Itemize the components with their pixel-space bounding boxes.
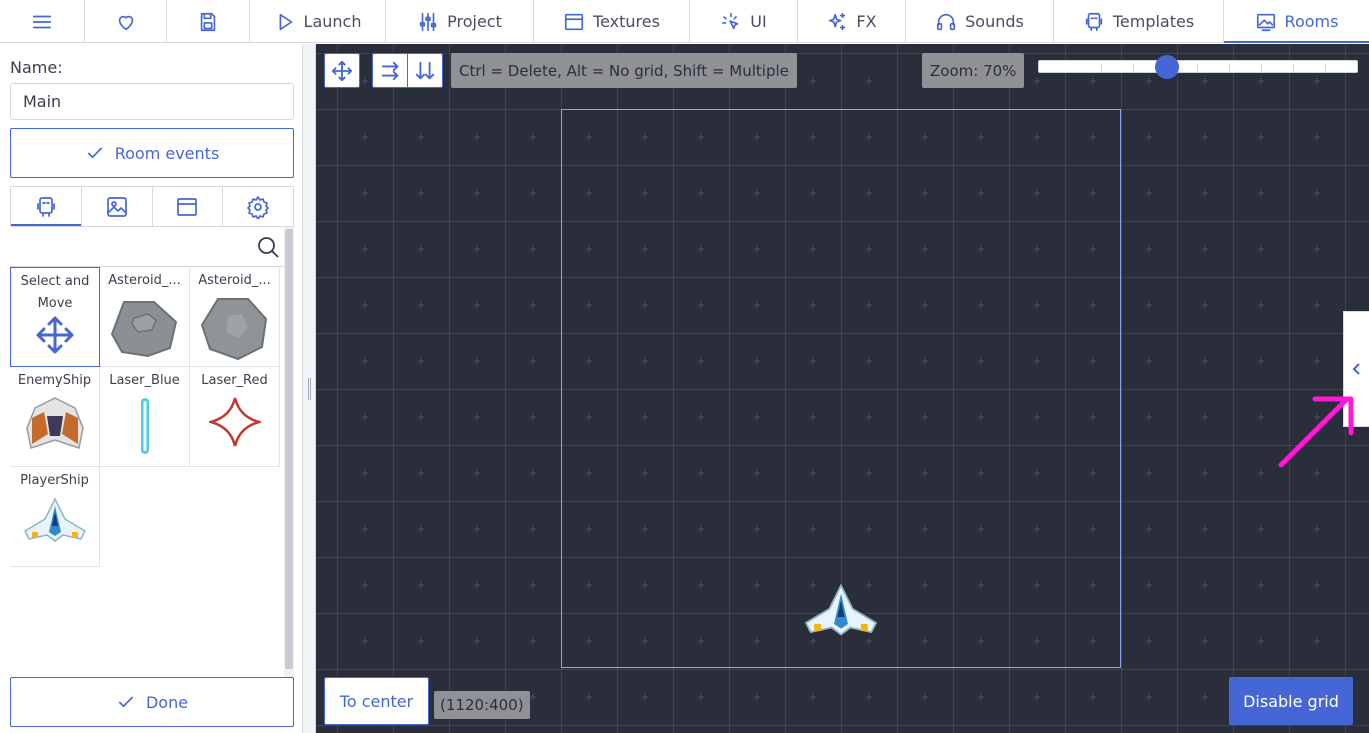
zoom-slider-knob[interactable] xyxy=(1155,55,1179,79)
asteroid-medium-icon xyxy=(200,298,267,361)
template-label: Asteroid_... xyxy=(108,273,181,288)
template-asteroid-medium[interactable]: Asteroid_... xyxy=(190,267,280,367)
panel-subtabs xyxy=(10,186,294,227)
tab-textures-label: Textures xyxy=(593,12,660,31)
template-label: PlayerShip xyxy=(20,473,89,488)
top-navigation: Launch Project Textures UI FX Sounds Tem… xyxy=(0,0,1369,43)
tab-sounds[interactable]: Sounds xyxy=(906,0,1054,43)
enemy-ship-icon xyxy=(25,397,84,449)
shortcut-hint: Ctrl = Delete, Alt = No grid, Shift = Mu… xyxy=(451,53,797,88)
favorite-button[interactable] xyxy=(85,0,167,43)
cursor-coordinates: (1120:400) xyxy=(434,691,530,719)
template-select-and-move[interactable]: Select and Move xyxy=(10,267,100,367)
name-label: Name: xyxy=(10,58,63,77)
tab-textures[interactable]: Textures xyxy=(534,0,690,43)
template-label: EnemyShip xyxy=(17,373,92,388)
tab-ui[interactable]: UI xyxy=(690,0,798,43)
heart-icon xyxy=(118,15,133,30)
tab-sounds-label: Sounds xyxy=(965,12,1024,31)
tab-templates[interactable]: Templates xyxy=(1054,0,1224,43)
template-enemy-ship[interactable]: EnemyShip xyxy=(10,367,100,467)
sparkles-icon xyxy=(829,12,846,30)
template-laser-blue[interactable]: Laser_Blue xyxy=(100,367,190,467)
arrows-right-icon xyxy=(381,61,398,80)
template-player-ship[interactable]: PlayerShip xyxy=(10,467,100,567)
laser-red-icon xyxy=(208,397,261,447)
check-icon xyxy=(118,696,134,708)
room-events-button[interactable]: Room events xyxy=(10,128,294,178)
move-arrows-icon xyxy=(36,316,74,354)
settings-tab-icon xyxy=(247,195,269,219)
cursor-click-icon xyxy=(722,12,739,29)
tab-launch-label: Launch xyxy=(303,12,362,31)
template-label: Asteroid_... xyxy=(198,273,271,288)
room-canvas[interactable]: Ctrl = Delete, Alt = No grid, Shift = Mu… xyxy=(316,44,1369,733)
template-icon xyxy=(1085,12,1102,31)
template-label: Laser_Blue xyxy=(109,373,180,388)
tab-ui-label: UI xyxy=(750,12,767,31)
scrollbar-thumb[interactable] xyxy=(285,229,293,669)
sort-vertical-button[interactable] xyxy=(407,53,443,88)
template-search-input[interactable] xyxy=(10,227,240,265)
tab-launch[interactable]: Launch xyxy=(250,0,386,43)
menu-button[interactable] xyxy=(0,0,85,43)
room-events-label: Room events xyxy=(114,143,220,163)
tab-fx-label: FX xyxy=(856,12,877,31)
template-label: Select and Move xyxy=(20,274,90,311)
save-button[interactable] xyxy=(167,0,250,43)
tab-rooms[interactable]: Rooms xyxy=(1224,0,1369,43)
search-icon[interactable] xyxy=(256,235,280,259)
tab-templates-list[interactable] xyxy=(11,187,82,226)
templates-tab-icon xyxy=(37,196,55,217)
disable-grid-button[interactable]: Disable grid xyxy=(1229,677,1353,725)
panel-resize-handle[interactable] xyxy=(303,44,316,733)
menu-icon xyxy=(32,15,52,28)
player-ship-instance[interactable] xyxy=(801,582,881,638)
asteroid-big-icon xyxy=(110,301,177,358)
image-frame-icon xyxy=(564,13,584,30)
template-asteroid-big[interactable]: Asteroid_... xyxy=(100,267,190,367)
done-label: Done xyxy=(145,692,189,712)
room-name-input[interactable] xyxy=(10,83,294,120)
template-search xyxy=(10,227,284,267)
tab-tiles[interactable] xyxy=(153,187,224,226)
play-icon xyxy=(279,13,292,30)
template-label: Laser_Red xyxy=(201,373,268,388)
room-icon xyxy=(1256,13,1275,31)
template-list-scrollbar[interactable] xyxy=(284,227,294,677)
tab-templates-label: Templates xyxy=(1112,12,1195,31)
zoom-label: Zoom: 70% xyxy=(922,53,1025,88)
tab-project-label: Project xyxy=(447,12,502,31)
tab-backgrounds[interactable] xyxy=(82,187,153,226)
laser-blue-icon xyxy=(140,398,149,454)
sliders-icon xyxy=(419,12,437,31)
chevron-left-icon xyxy=(1352,363,1360,375)
move-arrows-icon xyxy=(331,60,353,81)
backgrounds-tab-icon xyxy=(106,196,127,217)
zoom-slider[interactable] xyxy=(1038,55,1358,79)
sort-horizontal-button[interactable] xyxy=(372,53,408,88)
tab-project[interactable]: Project xyxy=(386,0,534,43)
room-properties-panel: Name: Room events Select and Move xyxy=(0,44,303,733)
check-icon xyxy=(87,147,102,159)
done-button[interactable]: Done xyxy=(10,677,294,727)
tab-fx[interactable]: FX xyxy=(798,0,906,43)
resize-grip-icon xyxy=(308,378,311,400)
tab-room-settings[interactable] xyxy=(223,187,293,226)
to-center-button[interactable]: To center xyxy=(324,677,429,725)
arrows-down-icon xyxy=(415,61,435,79)
tiles-tab-icon xyxy=(177,197,198,216)
move-tool-button[interactable] xyxy=(324,53,360,88)
save-icon xyxy=(200,12,216,31)
template-laser-red[interactable]: Laser_Red xyxy=(190,367,280,467)
tab-rooms-label: Rooms xyxy=(1284,12,1339,31)
headphones-icon xyxy=(937,13,956,30)
player-ship-icon xyxy=(23,497,86,542)
annotation-arrow-icon xyxy=(1278,396,1354,468)
